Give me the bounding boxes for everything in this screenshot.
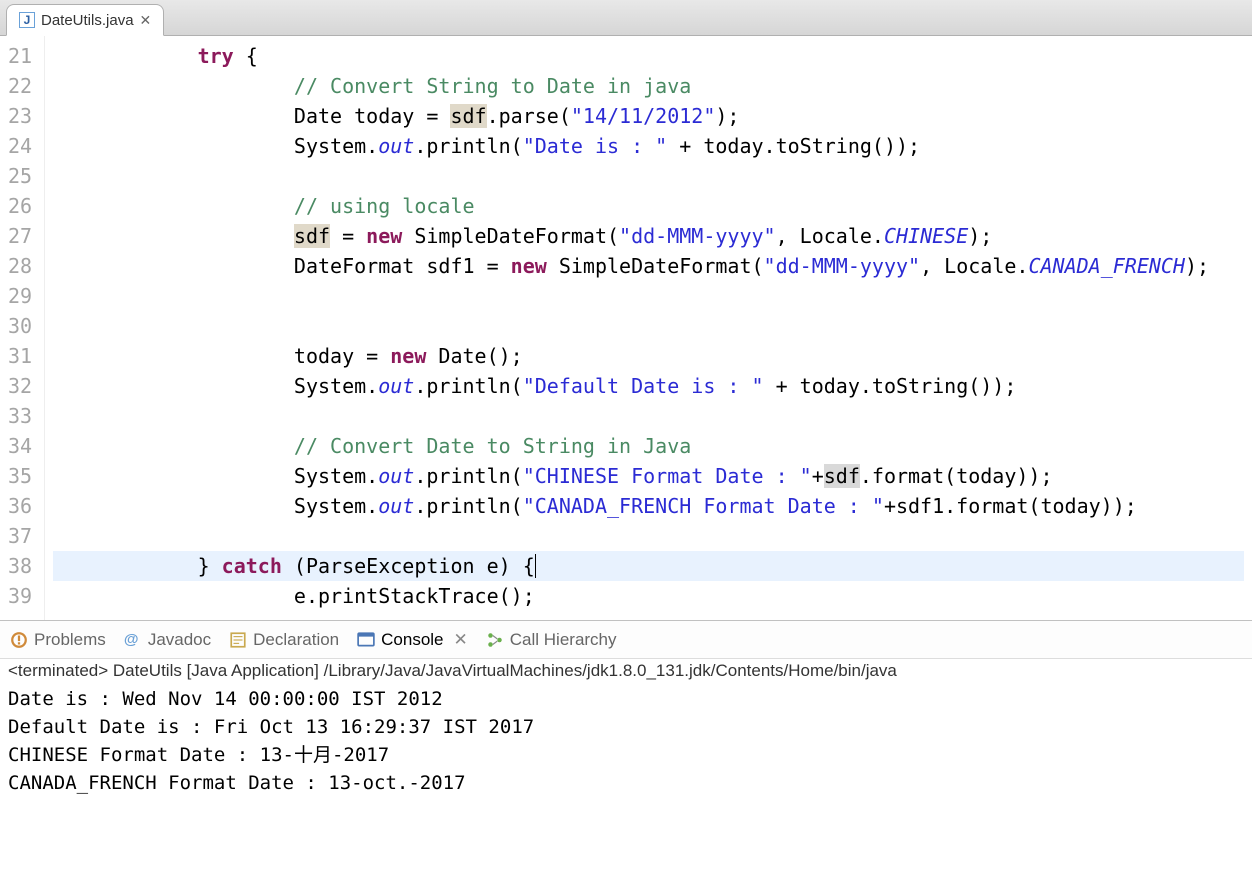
java-file-icon: J: [19, 12, 35, 28]
console-run-header: <terminated> DateUtils [Java Application…: [0, 659, 1252, 681]
code-line[interactable]: [53, 161, 1244, 191]
code-line[interactable]: System.out.println("CANADA_FRENCH Format…: [53, 491, 1244, 521]
editor-tab-dateutils[interactable]: J DateUtils.java ✕: [6, 4, 164, 36]
editor-tab-title: DateUtils.java: [41, 12, 134, 29]
tab-problems-label: Problems: [34, 630, 106, 650]
line-number: 34: [4, 431, 36, 461]
line-number: 22: [4, 71, 36, 101]
line-number: 32: [4, 371, 36, 401]
console-output[interactable]: Date is : Wed Nov 14 00:00:00 IST 2012De…: [0, 681, 1252, 801]
tab-problems[interactable]: Problems: [10, 630, 106, 650]
line-number: 25: [4, 161, 36, 191]
line-number: 38: [4, 551, 36, 581]
console-line: CANADA_FRENCH Format Date : 13-oct.-2017: [8, 769, 1244, 797]
console-icon: [357, 631, 375, 649]
code-line[interactable]: // Convert Date to String in Java: [53, 431, 1244, 461]
line-number: 30: [4, 311, 36, 341]
tab-console-label: Console: [381, 630, 443, 650]
line-number: 35: [4, 461, 36, 491]
code-line[interactable]: e.printStackTrace();: [53, 581, 1244, 611]
bottom-views-tab-bar: Problems @ Javadoc Declaration Console ✕…: [0, 621, 1252, 659]
tab-call-hierarchy-label: Call Hierarchy: [510, 630, 617, 650]
console-line: CHINESE Format Date : 13-十月-2017: [8, 741, 1244, 769]
line-number: 39: [4, 581, 36, 611]
close-icon[interactable]: ✕: [140, 12, 152, 29]
tab-console[interactable]: Console ✕: [357, 630, 468, 650]
code-line[interactable]: System.out.println("Default Date is : " …: [53, 371, 1244, 401]
code-line[interactable]: System.out.println("CHINESE Format Date …: [53, 461, 1244, 491]
problems-icon: [10, 631, 28, 649]
close-icon[interactable]: ✕: [454, 630, 468, 650]
tab-declaration-label: Declaration: [253, 630, 339, 650]
line-number: 31: [4, 341, 36, 371]
line-number: 27: [4, 221, 36, 251]
line-number: 33: [4, 401, 36, 431]
code-line[interactable]: today = new Date();: [53, 341, 1244, 371]
line-number: 36: [4, 491, 36, 521]
line-number: 21: [4, 41, 36, 71]
tab-javadoc[interactable]: @ Javadoc: [124, 630, 211, 650]
declaration-icon: [229, 631, 247, 649]
javadoc-icon: @: [124, 631, 142, 649]
code-line[interactable]: System.out.println("Date is : " + today.…: [53, 131, 1244, 161]
line-number: 24: [4, 131, 36, 161]
call-hierarchy-icon: [486, 631, 504, 649]
line-number: 28: [4, 251, 36, 281]
line-number: 29: [4, 281, 36, 311]
console-line: Default Date is : Fri Oct 13 16:29:37 IS…: [8, 713, 1244, 741]
code-line[interactable]: [53, 521, 1244, 551]
line-number: 37: [4, 521, 36, 551]
code-line[interactable]: } catch (ParseException e) {: [53, 551, 1244, 581]
line-number-gutter: 21222324252627282930313233343536373839: [0, 36, 45, 620]
line-number: 26: [4, 191, 36, 221]
code-line[interactable]: Date today = sdf.parse("14/11/2012");: [53, 101, 1244, 131]
tab-declaration[interactable]: Declaration: [229, 630, 339, 650]
code-editor[interactable]: 21222324252627282930313233343536373839 t…: [0, 36, 1252, 621]
code-line[interactable]: [53, 281, 1244, 311]
tab-javadoc-label: Javadoc: [148, 630, 211, 650]
tab-call-hierarchy[interactable]: Call Hierarchy: [486, 630, 617, 650]
code-line[interactable]: sdf = new SimpleDateFormat("dd-MMM-yyyy"…: [53, 221, 1244, 251]
line-number: 23: [4, 101, 36, 131]
code-line[interactable]: [53, 311, 1244, 341]
code-line[interactable]: [53, 401, 1244, 431]
code-line[interactable]: try {: [53, 41, 1244, 71]
editor-tab-bar: J DateUtils.java ✕: [0, 0, 1252, 36]
code-content[interactable]: try { // Convert String to Date in java …: [45, 36, 1252, 620]
code-line[interactable]: // Convert String to Date in java: [53, 71, 1244, 101]
code-line[interactable]: // using locale: [53, 191, 1244, 221]
code-line[interactable]: DateFormat sdf1 = new SimpleDateFormat("…: [53, 251, 1244, 281]
console-line: Date is : Wed Nov 14 00:00:00 IST 2012: [8, 685, 1244, 713]
